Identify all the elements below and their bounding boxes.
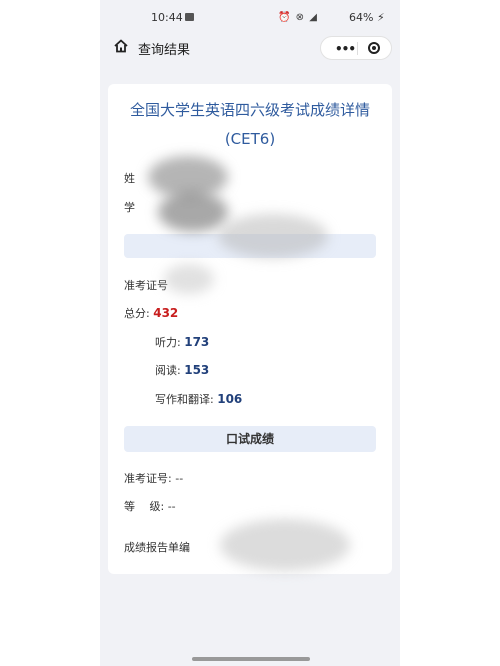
reading-label: 阅读: [155,364,181,377]
listening-label: 听力: [155,336,181,349]
home-indicator[interactable] [192,657,310,661]
school-label: 学 [124,201,135,214]
privacy-blur [218,214,328,258]
oral-exam-id-label: 准考证号: [124,472,172,485]
card-title-main: 全国大学生英语四六级考试成绩详情 [129,101,370,119]
report-number-label: 成绩报告单编 [124,541,190,554]
card-title-sub: (CET6) [224,130,276,148]
total-score-value: 432 [153,306,179,320]
writing-row: 写作和翻译: 106 [155,391,242,407]
capsule-divider [357,42,358,55]
listening-value: 173 [184,335,210,349]
privacy-blur [158,192,228,232]
writing-value: 106 [217,392,243,406]
total-score-row: 总分: 432 [124,305,178,321]
exam-id-label: 准考证号 [124,279,168,292]
oral-exam-id-row: 准考证号: -- [124,470,183,486]
mini-program-capsule: ••• [320,36,392,60]
image-notification-icon [185,13,194,21]
more-icon[interactable]: ••• [335,42,356,56]
grade-label: 等 级: [124,500,165,513]
name-label: 姓 [124,172,135,185]
oral-section-title: 口试成绩 [225,432,274,446]
listening-row: 听力: 173 [155,334,209,350]
reading-value: 153 [184,363,210,377]
oral-section-bar: 口试成绩 [124,426,376,452]
page-title: 查询结果 [138,43,191,58]
battery-indicator: 64% ⚡ [349,11,385,24]
reading-row: 阅读: 153 [155,362,209,378]
status-icons: ⏰ ⊗ ◢ [278,12,318,23]
card-title: 全国大学生英语四六级考试成绩详情 (CET6) [108,96,392,154]
privacy-blur [164,264,214,294]
close-circle-icon[interactable] [368,42,380,54]
grade-value: -- [167,500,176,513]
score-card: 全国大学生英语四六级考试成绩详情 (CET6) 姓 学 准考证号 总分: 432… [108,84,392,574]
total-score-label: 总分: [124,307,150,320]
status-bar: 10:44 ⏰ ⊗ ◢ 64% ⚡ [100,0,400,36]
privacy-blur [220,519,350,571]
status-time: 10:44 [151,11,183,24]
writing-label: 写作和翻译: [155,393,214,406]
nav-bar: 查询结果 ••• [100,36,400,60]
oral-exam-id-value: -- [175,472,184,485]
home-icon[interactable] [114,39,128,53]
phone-screen: 10:44 ⏰ ⊗ ◢ 64% ⚡ 查询结果 ••• 全国大学生英语四六级考试成… [100,0,400,666]
grade-row: 等 级: -- [124,498,176,514]
